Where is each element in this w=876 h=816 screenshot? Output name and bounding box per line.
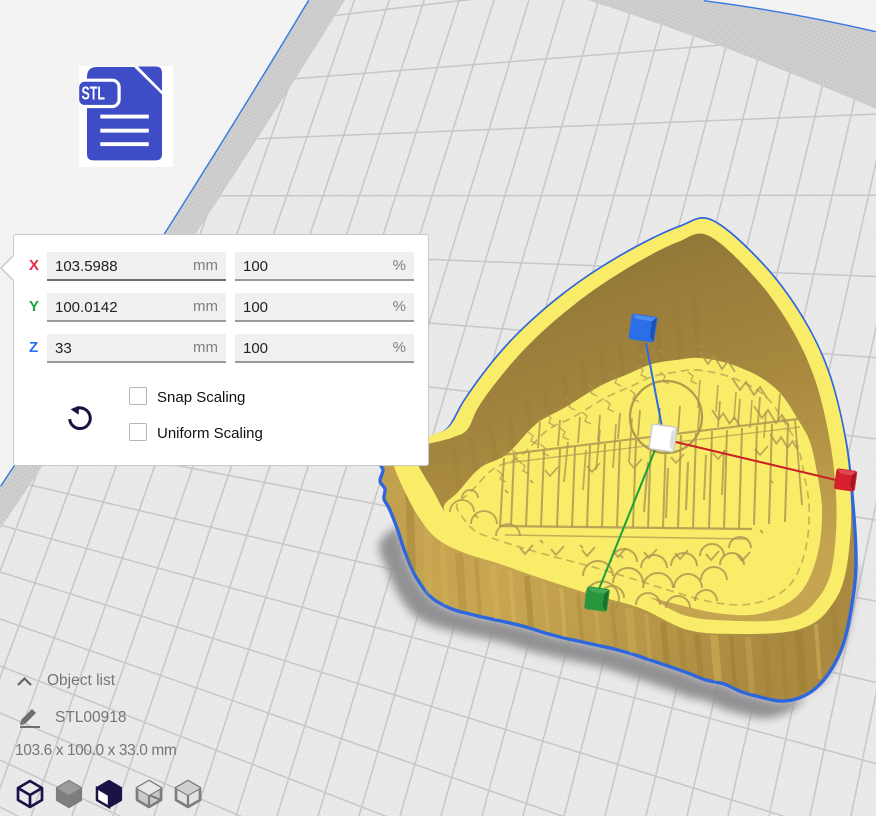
svg-text:STL: STL: [82, 83, 106, 103]
